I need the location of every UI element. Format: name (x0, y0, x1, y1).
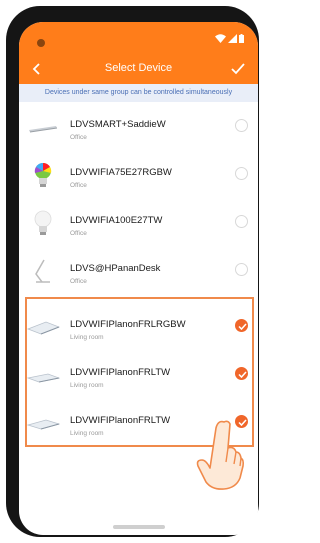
chevron-left-icon (32, 63, 40, 75)
home-indicator (113, 525, 165, 529)
screen: Select Device Devices under same group c… (19, 22, 258, 535)
device-name: LDVWIFIA75E27RGBW (70, 167, 172, 178)
phone-frame: Select Device Devices under same group c… (6, 6, 259, 537)
pointing-hand-icon (196, 420, 245, 490)
select-radio[interactable] (235, 119, 248, 132)
back-button[interactable] (27, 59, 47, 79)
device-room: Office (70, 230, 87, 237)
device-name: LDVS@HPananDesk (70, 263, 161, 274)
rgb-bulb-icon (34, 162, 52, 187)
checkmark-icon (231, 63, 245, 75)
title-bar: Select Device (19, 56, 258, 84)
select-radio[interactable] (235, 215, 248, 228)
select-radio[interactable] (235, 167, 248, 180)
status-bar (19, 22, 258, 56)
device-row[interactable]: LDVSMART+SaddieW Office (19, 102, 258, 150)
group-notice: Devices under same group can be controll… (19, 84, 258, 102)
select-radio[interactable] (235, 263, 248, 276)
device-name: LDVWIFIA100E27TW (70, 215, 163, 226)
confirm-button[interactable] (230, 59, 250, 79)
device-row[interactable]: LDVS@HPananDesk Office (19, 246, 258, 294)
device-room: Office (70, 134, 87, 141)
page-title: Select Device (104, 62, 173, 74)
wifi-icon (215, 34, 226, 43)
device-name: LDVSMART+SaddieW (70, 119, 166, 130)
device-room: Office (70, 182, 87, 189)
device-room: Office (70, 278, 87, 285)
signal-icon (228, 34, 237, 43)
device-row[interactable]: LDVWIFIA75E27RGBW Office (19, 150, 258, 198)
desk-lamp-icon (35, 259, 50, 283)
camera-icon (37, 39, 45, 47)
desk-lamp-icon (29, 126, 58, 133)
device-row[interactable]: LDVWIFIA100E27TW Office (19, 198, 258, 246)
bulb-icon (34, 210, 52, 235)
status-icons (215, 34, 244, 43)
battery-icon (239, 34, 244, 43)
